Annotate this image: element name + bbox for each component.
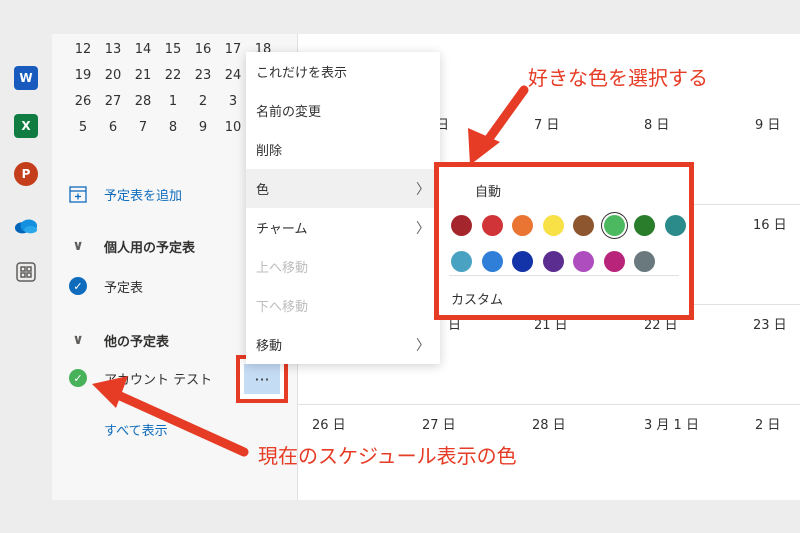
annotation-select-color: 好きな色を選択する <box>528 66 708 90</box>
annotation-current-color: 現在のスケジュール表示の色 <box>258 444 517 468</box>
